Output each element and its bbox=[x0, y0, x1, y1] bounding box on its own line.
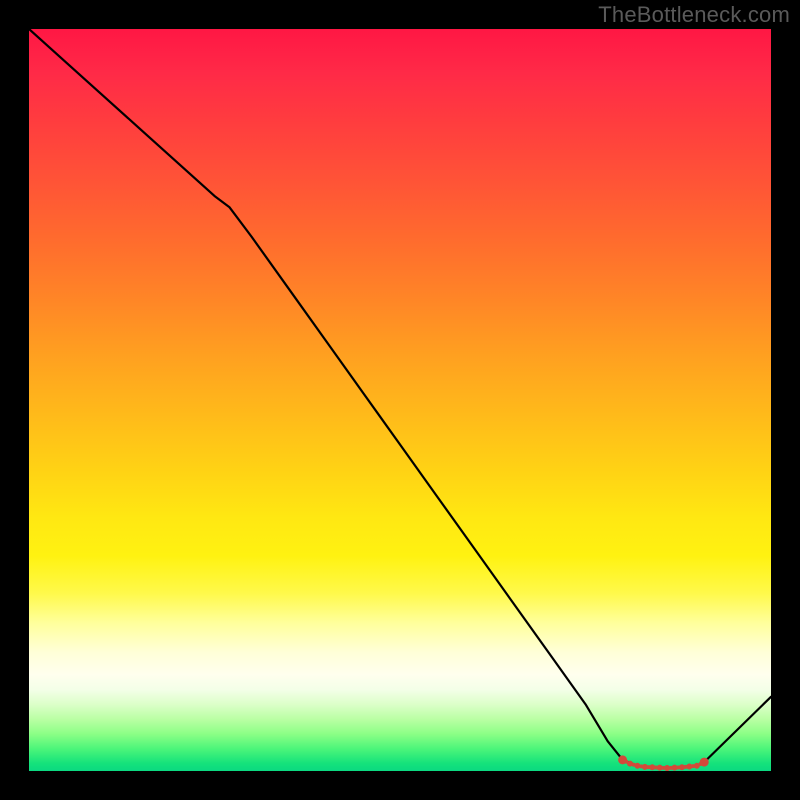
highlight-markers bbox=[618, 755, 709, 771]
watermark-text: TheBottleneck.com bbox=[598, 2, 790, 28]
chart-svg bbox=[29, 29, 771, 771]
chart-plot-area bbox=[29, 29, 771, 771]
bottleneck-curve bbox=[29, 29, 771, 768]
chart-frame: TheBottleneck.com bbox=[0, 0, 800, 800]
marker-dot bbox=[700, 758, 709, 767]
